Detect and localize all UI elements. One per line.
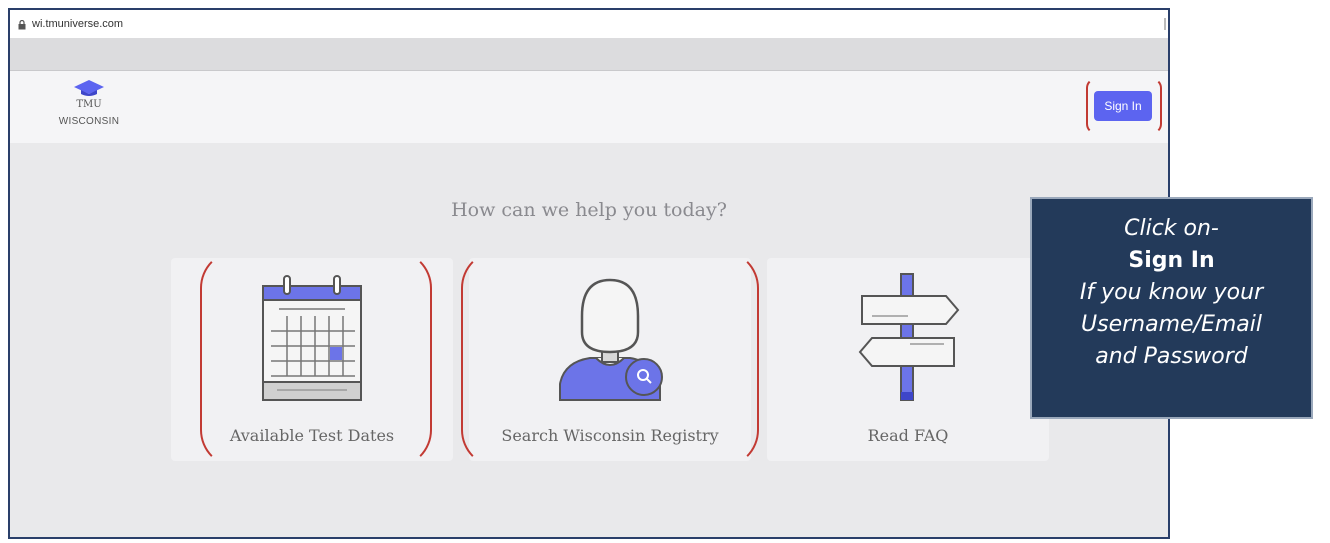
scrollbar[interactable] [1164,18,1166,30]
address-bar[interactable]: wi.tmuniverse.com [10,10,1168,38]
annotation-bracket-test-dates [200,250,432,468]
site-header: TMU WISCONSIN Sign In [10,71,1168,143]
tab-strip [10,38,1168,71]
logo-subtext: WISCONSIN [58,116,120,127]
card-label: Read FAQ [867,426,949,445]
callout-line-4: Username/Email [1081,312,1262,337]
annotation-bracket-registry [461,250,759,468]
callout-line-5: and Password [1095,344,1248,369]
callout-line-2: Sign In [1128,248,1215,273]
callout-line-3: If you know your [1079,280,1264,305]
url-text[interactable]: wi.tmuniverse.com [32,18,123,30]
logo-text: TMU [76,99,102,110]
tmu-logo[interactable]: TMU WISCONSIN [54,79,124,127]
card-read-faq[interactable]: Read FAQ [767,258,1049,461]
main-content: How can we help you today? Available Tes… [10,143,1168,537]
browser-window: wi.tmuniverse.com TMU WISCONSIN Sign In … [8,8,1170,539]
graduation-cap-icon [74,80,104,96]
instruction-callout: Click on- Sign In If you know your Usern… [1030,197,1313,419]
lock-icon [18,19,26,29]
callout-line-1: Click on- [1124,216,1219,241]
signpost-icon [858,273,960,401]
page-question: How can we help you today? [451,199,727,221]
sign-in-button[interactable]: Sign In [1094,91,1152,121]
